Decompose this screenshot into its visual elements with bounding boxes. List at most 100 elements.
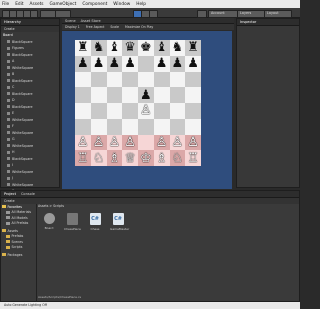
board-square[interactable]: ♘: [90, 150, 107, 166]
tab-hierarchy[interactable]: Hierarchy: [4, 20, 21, 24]
chess-piece[interactable]: ♙: [140, 104, 152, 117]
board-square[interactable]: [122, 71, 138, 88]
board-square[interactable]: ♞: [169, 40, 186, 56]
asset-item[interactable]: ChessPiece: [64, 213, 81, 231]
project-create-dropdown[interactable]: Create: [4, 199, 15, 203]
rect-tool-button[interactable]: [30, 10, 38, 18]
board-square[interactable]: [75, 118, 91, 135]
chess-piece[interactable]: ♟: [77, 57, 89, 70]
board-square[interactable]: [153, 103, 170, 119]
board-square[interactable]: [90, 103, 107, 119]
board-square[interactable]: ♙: [185, 134, 201, 151]
chess-piece[interactable]: ♙: [172, 136, 184, 149]
board-square[interactable]: [138, 71, 154, 88]
chess-piece[interactable]: ♟: [124, 57, 136, 70]
global-toggle[interactable]: [55, 10, 71, 18]
chess-piece[interactable]: ♙: [93, 136, 105, 149]
chess-piece[interactable]: ♕: [124, 152, 136, 165]
board-square[interactable]: ♟: [185, 55, 201, 72]
board-square[interactable]: [90, 71, 107, 88]
packages-node[interactable]: Packages: [1, 252, 36, 258]
board-square[interactable]: ♙: [153, 134, 170, 151]
chess-piece[interactable]: ♜: [77, 41, 89, 54]
chess-piece[interactable]: ♛: [124, 41, 136, 54]
chess-piece[interactable]: ♗: [156, 152, 168, 165]
board-square[interactable]: [185, 103, 201, 119]
chess-piece[interactable]: ♘: [93, 152, 105, 165]
board-square[interactable]: ♙: [169, 134, 186, 151]
chess-piece[interactable]: ♔: [140, 152, 152, 165]
board-square[interactable]: [122, 103, 138, 119]
menu-item[interactable]: File: [2, 2, 9, 7]
chess-piece[interactable]: ♝: [156, 41, 168, 54]
board-square[interactable]: ♘: [169, 150, 186, 166]
tab-scene[interactable]: Scene: [65, 19, 76, 23]
chess-piece[interactable]: ♞: [93, 41, 105, 54]
board-square[interactable]: [169, 118, 186, 135]
chess-piece[interactable]: ♗: [109, 152, 121, 165]
favorite-item[interactable]: All Prefabs: [1, 221, 36, 227]
tab-console[interactable]: Console: [21, 192, 35, 196]
chess-piece[interactable]: ♟: [156, 57, 168, 70]
menu-item[interactable]: Edit: [15, 2, 23, 7]
board-square[interactable]: ♞: [90, 40, 107, 56]
chess-piece[interactable]: ♟: [140, 89, 152, 102]
chess-piece[interactable]: ♞: [172, 41, 184, 54]
chess-piece[interactable]: ♙: [187, 136, 199, 149]
layers-dropdown[interactable]: Layers: [237, 10, 265, 18]
board-square[interactable]: ♙: [75, 134, 91, 151]
tab-asset-store[interactable]: Asset Store: [81, 19, 101, 23]
board-square[interactable]: ♜: [75, 40, 91, 56]
board-square[interactable]: ♔: [138, 150, 154, 166]
board-square[interactable]: ♟: [90, 55, 107, 72]
layout-dropdown[interactable]: Layout: [264, 10, 292, 18]
chess-piece[interactable]: ♙: [109, 136, 121, 149]
board-square[interactable]: ♙: [138, 103, 154, 119]
maximize-toggle[interactable]: Maximize On Play: [125, 25, 153, 29]
board-square[interactable]: ♟: [106, 55, 123, 72]
board-square[interactable]: ♛: [122, 40, 138, 56]
board-square[interactable]: [75, 103, 91, 119]
board-square[interactable]: [90, 118, 107, 135]
menu-item[interactable]: Help: [136, 2, 146, 7]
collab-button[interactable]: [197, 10, 207, 18]
board-square[interactable]: ♙: [122, 134, 138, 151]
asset-item[interactable]: Board: [41, 213, 57, 230]
chess-piece[interactable]: ♜: [187, 41, 199, 54]
board-square[interactable]: ♕: [122, 150, 138, 166]
asset-folder-item[interactable]: Scripts: [1, 245, 36, 251]
aspect-dropdown[interactable]: Free Aspect: [86, 25, 105, 29]
board-square[interactable]: [106, 87, 123, 103]
board-square[interactable]: [169, 71, 186, 88]
board-square[interactable]: ♝: [106, 40, 123, 56]
chess-piece[interactable]: ♟: [93, 57, 105, 70]
step-button[interactable]: [149, 10, 158, 18]
board-square[interactable]: ♟: [169, 55, 186, 72]
board-square[interactable]: [106, 103, 123, 119]
board-square[interactable]: [169, 103, 186, 119]
board-square[interactable]: [122, 87, 138, 103]
board-square[interactable]: ♝: [153, 40, 170, 56]
board-square[interactable]: [75, 71, 91, 88]
chess-piece[interactable]: ♟: [187, 57, 199, 70]
chess-piece[interactable]: ♟: [172, 57, 184, 70]
chess-piece[interactable]: ♖: [187, 152, 199, 165]
board-square[interactable]: [90, 87, 107, 103]
board-square[interactable]: [153, 71, 170, 88]
menu-item[interactable]: Assets: [30, 2, 44, 7]
menu-item[interactable]: Window: [113, 2, 130, 7]
board-square[interactable]: ♙: [106, 134, 123, 151]
board-square[interactable]: ♗: [153, 150, 170, 166]
asset-item[interactable]: C# Chess: [87, 213, 103, 231]
chess-piece[interactable]: ♚: [140, 41, 152, 54]
board-square[interactable]: ♟: [153, 55, 170, 72]
menu-item[interactable]: Component: [82, 2, 107, 7]
tab-inspector[interactable]: Inspector: [240, 20, 256, 24]
board-square[interactable]: ♖: [75, 150, 91, 166]
board-square[interactable]: [169, 87, 186, 103]
chess-piece[interactable]: ♟: [109, 57, 121, 70]
board-square[interactable]: ♜: [185, 40, 201, 56]
board-square[interactable]: ♟: [138, 87, 154, 103]
account-dropdown[interactable]: Account: [208, 10, 238, 18]
board-square[interactable]: ♖: [185, 150, 201, 166]
